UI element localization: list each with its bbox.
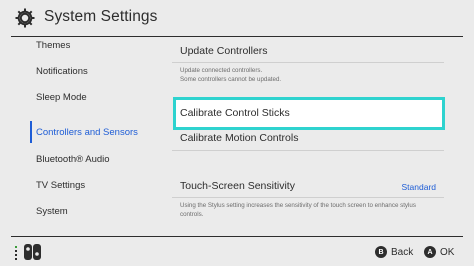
row-divider bbox=[172, 197, 444, 198]
back-button[interactable]: B Back bbox=[375, 246, 413, 258]
ok-button[interactable]: A OK bbox=[424, 246, 454, 258]
sidebar-item-sleep-mode[interactable]: Sleep Mode bbox=[36, 92, 87, 103]
sidebar-item-system[interactable]: System bbox=[36, 206, 68, 217]
settings-panel: Update Controllers Update connected cont… bbox=[152, 37, 474, 236]
sidebar-item-themes[interactable]: Themes bbox=[36, 40, 70, 51]
touch-screen-sensitivity-description: Using the Stylus setting increases the s… bbox=[180, 202, 416, 218]
joycon-icon bbox=[15, 244, 41, 260]
b-button-icon: B bbox=[375, 246, 387, 258]
touch-screen-sensitivity-item[interactable]: Touch-Screen Sensitivity bbox=[180, 180, 295, 192]
sidebar-item-notifications[interactable]: Notifications bbox=[36, 66, 88, 77]
footer: B Back A OK bbox=[0, 237, 474, 266]
calibrate-control-sticks-item[interactable]: Calibrate Control Sticks bbox=[173, 97, 445, 130]
ok-label: OK bbox=[440, 246, 455, 258]
touch-screen-sensitivity-value: Standard bbox=[401, 182, 437, 192]
row-divider bbox=[172, 62, 444, 63]
sidebar: Themes Notifications Sleep Mode Controll… bbox=[0, 37, 152, 236]
update-controllers-description: Update connected controllers. Some contr… bbox=[180, 67, 282, 83]
a-button-icon: A bbox=[424, 246, 436, 258]
sidebar-item-tv-settings[interactable]: TV Settings bbox=[36, 180, 85, 191]
page-title: System Settings bbox=[44, 8, 158, 25]
sidebar-item-bluetooth-audio[interactable]: Bluetooth® Audio bbox=[36, 154, 110, 165]
header: System Settings bbox=[0, 0, 474, 36]
row-divider bbox=[172, 150, 444, 151]
calibrate-motion-controls-item[interactable]: Calibrate Motion Controls bbox=[180, 132, 298, 144]
gear-icon bbox=[15, 8, 35, 28]
sidebar-active-marker bbox=[30, 121, 32, 143]
update-controllers-item[interactable]: Update Controllers bbox=[180, 45, 268, 57]
back-label: Back bbox=[391, 246, 414, 258]
calibrate-control-sticks-label: Calibrate Control Sticks bbox=[180, 107, 290, 119]
sidebar-item-controllers-and-sensors[interactable]: Controllers and Sensors bbox=[36, 127, 138, 138]
